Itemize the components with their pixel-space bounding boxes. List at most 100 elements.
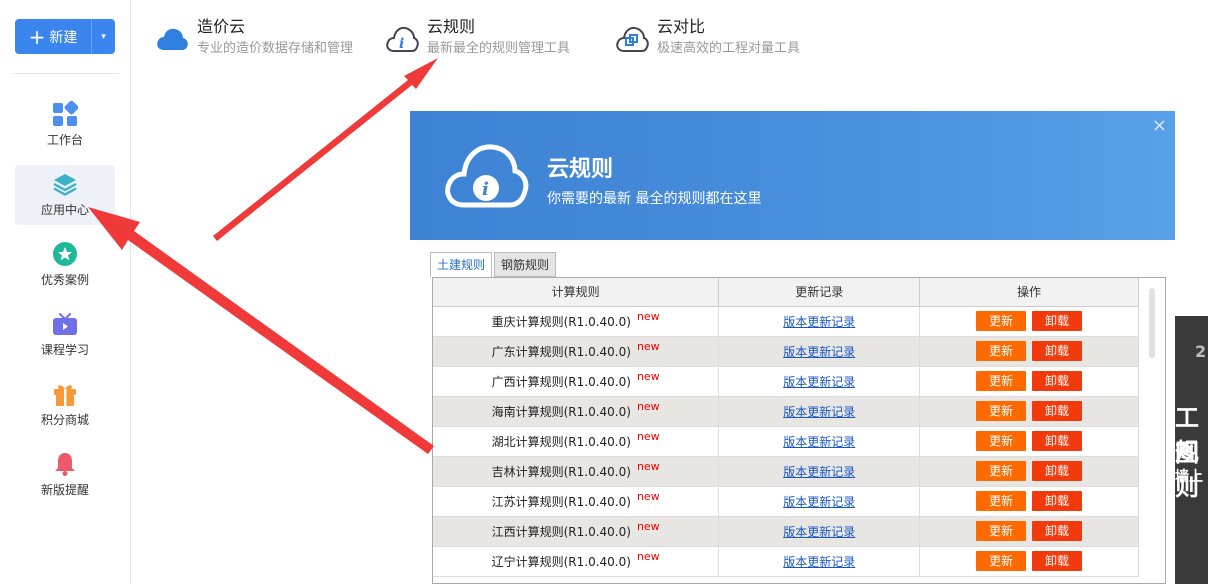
update-button[interactable]: 更新 [976, 461, 1027, 481]
sidebar-item-app-center[interactable]: 应用中心 [15, 165, 115, 225]
version-log-link[interactable]: 版本更新记录 [783, 555, 855, 569]
uninstall-button[interactable]: 卸载 [1032, 401, 1083, 421]
sidebar-item-release-notes[interactable]: 新版提醒 [15, 445, 115, 505]
sidebar-item-workbench[interactable]: 工作台 [15, 95, 115, 155]
rule-tabs: 土建规则 钢筋规则 [430, 252, 558, 278]
tool-title: 云对比 [657, 17, 706, 36]
version-log-link[interactable]: 版本更新记录 [783, 525, 855, 539]
svg-text:i: i [399, 36, 404, 52]
rule-name-cell: 湖北计算规则(R1.0.40.0) new [433, 426, 720, 457]
version-log-link[interactable]: 版本更新记录 [783, 495, 855, 509]
rule-name: 海南计算规则(R1.0.40.0) [491, 404, 631, 419]
update-button[interactable]: 更新 [976, 341, 1027, 361]
sidebar-item-label: 应用中心 [40, 203, 89, 217]
table-row: 江西计算规则(R1.0.40.0) new 版本更新记录 更新 卸载 [433, 516, 1139, 547]
arrow-to-cloud-rules [213, 58, 438, 241]
rules-table: 计算规则 更新记录 操作 重庆计算规则(R1.0.40.0) new 版本更新记录更… [433, 278, 1139, 577]
update-button[interactable]: 更新 [976, 431, 1027, 451]
sidebar-item-cases[interactable]: 优秀案例 [15, 235, 115, 295]
bell-icon [52, 451, 78, 477]
new-button[interactable]: + 新建 ▾ [15, 19, 115, 54]
app-root: + 新建 ▾ 工作台 应用中心 优秀案例 课程学习 积分商城 新版提醒 造价云 … [0, 0, 1208, 584]
actions-cell: 更新 卸载 [919, 516, 1139, 547]
rule-name: 湖北计算规则(R1.0.40.0) [491, 434, 631, 449]
rule-name: 重庆计算规则(R1.0.40.0) [491, 314, 631, 329]
new-badge: new [636, 489, 660, 503]
new-button-main[interactable]: + 新建 [15, 19, 91, 54]
arrow-to-app-center [88, 207, 434, 454]
uninstall-button[interactable]: 卸载 [1032, 431, 1083, 451]
close-icon[interactable]: × [1152, 115, 1167, 136]
tool-title: 云规则 [427, 17, 476, 36]
table-row: 吉林计算规则(R1.0.40.0) new 版本更新记录 更新 卸载 [433, 456, 1139, 487]
preview-text: 2 [1195, 342, 1207, 361]
version-log-link[interactable]: 版本更新记录 [783, 375, 855, 389]
version-log-link[interactable]: 版本更新记录 [783, 405, 855, 419]
table-row: 海南计算规则(R1.0.40.0) new 版本更新记录 更新 卸载 [433, 396, 1139, 427]
actions-cell: 更新 卸载 [919, 456, 1139, 487]
sidebar-item-label: 新版提醒 [40, 483, 89, 497]
cloud-rules-dialog: × i 云规则 你需要的最新 最全的规则都在这里 土建规则 钢筋规则 计算规则 … [410, 111, 1175, 584]
new-badge: new [636, 309, 660, 323]
version-log-link[interactable]: 版本更新记录 [783, 465, 855, 479]
rules-table-container: 计算规则 更新记录 操作 重庆计算规则(R1.0.40.0) new 版本更新记录更… [432, 277, 1166, 584]
tv-icon [52, 311, 78, 337]
tool-cloud-rules[interactable]: i 云规则 最新最全的规则管理工具 [385, 16, 570, 64]
rule-name-cell: 辽宁计算规则(R1.0.40.0) new [433, 546, 720, 577]
column-header: 更新记录 [718, 278, 921, 307]
version-log-link[interactable]: 版本更新记录 [783, 345, 855, 359]
uninstall-button[interactable]: 卸载 [1032, 521, 1083, 541]
sidebar-item-label: 优秀案例 [40, 273, 89, 287]
uninstall-button[interactable]: 卸载 [1032, 491, 1083, 511]
update-button[interactable]: 更新 [976, 491, 1027, 511]
tab-rebar-rules[interactable]: 钢筋规则 [494, 252, 557, 277]
table-scrollbar[interactable] [1139, 278, 1165, 583]
uninstall-button[interactable]: 卸载 [1032, 371, 1083, 391]
tool-description: 专业的造价数据存储和管理 [197, 41, 354, 56]
update-button[interactable]: 更新 [976, 311, 1027, 331]
uninstall-button[interactable]: 卸载 [1032, 341, 1083, 361]
update-log-cell: 版本更新记录 [718, 516, 921, 547]
update-button[interactable]: 更新 [976, 521, 1027, 541]
new-badge: new [636, 429, 660, 443]
table-row: 辽宁计算规则(R1.0.40.0) new 版本更新记录 更新 卸载 [433, 546, 1139, 577]
update-log-cell: 版本更新记录 [718, 396, 921, 427]
rule-name-cell: 广西计算规则(R1.0.40.0) new [433, 366, 720, 397]
update-log-cell: 版本更新记录 [718, 456, 921, 487]
rule-name-cell: 江西计算规则(R1.0.40.0) new [433, 516, 720, 547]
sidebar-item-label: 积分商城 [40, 413, 89, 427]
update-button[interactable]: 更新 [976, 551, 1027, 571]
new-button-label: 新建 [49, 29, 78, 46]
sidebar-item-courses[interactable]: 课程学习 [15, 305, 115, 365]
uninstall-button[interactable]: 卸载 [1032, 551, 1083, 571]
grid-icon [52, 101, 78, 127]
version-log-link[interactable]: 版本更新记录 [783, 315, 855, 329]
actions-cell: 更新 卸载 [919, 366, 1139, 397]
plus-icon: + [28, 24, 46, 49]
tab-civil-rules[interactable]: 土建规则 [430, 252, 493, 278]
actions-cell: 更新 卸载 [919, 306, 1139, 337]
compare-cloud-icon [615, 22, 649, 56]
update-log-cell: 版本更新记录 [718, 306, 921, 337]
tool-cloud-compare[interactable]: 云对比 极速高效的工程对量工具 [615, 16, 800, 64]
sidebar-item-points-mall[interactable]: 积分商城 [15, 375, 115, 435]
uninstall-button[interactable]: 卸载 [1032, 311, 1083, 331]
version-log-link[interactable]: 版本更新记录 [783, 435, 855, 449]
uninstall-button[interactable]: 卸载 [1032, 461, 1083, 481]
update-log-cell: 版本更新记录 [718, 366, 921, 397]
table-header-row: 计算规则 更新记录 操作 [433, 278, 1139, 307]
update-button[interactable]: 更新 [976, 371, 1027, 391]
tool-cost-cloud[interactable]: 造价云 专业的造价数据存储和管理 [155, 16, 353, 64]
rule-name: 吉林计算规则(R1.0.40.0) [491, 464, 631, 479]
rule-name-cell: 海南计算规则(R1.0.40.0) new [433, 396, 720, 427]
scrollbar-thumb[interactable] [1149, 288, 1155, 358]
sidebar: + 新建 ▾ 工作台 应用中心 优秀案例 课程学习 积分商城 新版提醒 [0, 0, 131, 584]
rule-name: 广西计算规则(R1.0.40.0) [491, 374, 631, 389]
chevron-down-icon[interactable]: ▾ [92, 32, 115, 42]
dialog-title: 云规则 [547, 157, 614, 182]
star-badge-icon [52, 241, 78, 267]
info-cloud-icon: i [445, 144, 529, 208]
update-log-cell: 版本更新记录 [718, 486, 921, 517]
svg-text:i: i [482, 179, 489, 200]
update-button[interactable]: 更新 [976, 401, 1027, 421]
